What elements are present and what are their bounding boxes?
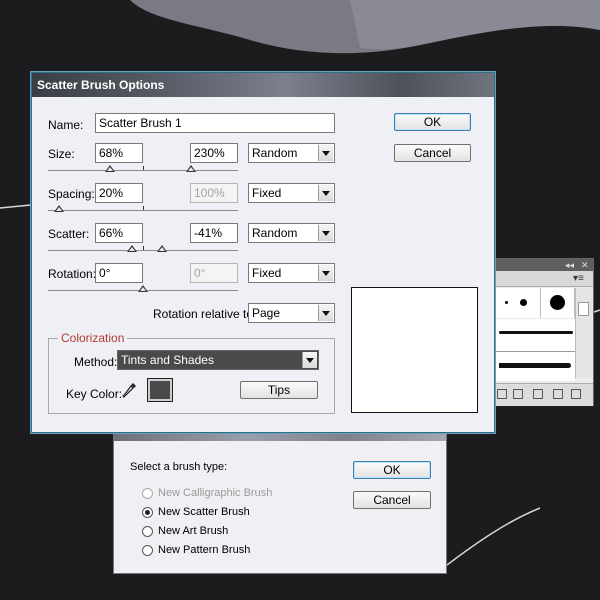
size-max-input[interactable]: 230%: [190, 143, 238, 163]
size-mode-value: Random: [252, 146, 298, 160]
brush-preview: [351, 287, 478, 413]
scatter-brush-options-dialog: Scatter Brush Options Name: Scatter Brus…: [31, 72, 495, 433]
panel-menu-icon[interactable]: ▾≡: [573, 273, 584, 284]
slider-tick: [143, 166, 144, 170]
chevron-down-icon[interactable]: [302, 352, 317, 368]
scatter-max-thumb[interactable]: [157, 245, 167, 252]
ok-button[interactable]: OK: [394, 113, 471, 131]
close-icon[interactable]: ✕: [581, 259, 589, 271]
scatter-slider[interactable]: [48, 250, 238, 251]
spacing-mode-select[interactable]: Fixed: [248, 183, 335, 203]
slider-tick: [143, 206, 144, 210]
radio-button[interactable]: [142, 506, 153, 518]
art-brush-list: [495, 319, 575, 381]
chevron-down-icon[interactable]: [318, 185, 333, 201]
size-slider[interactable]: [48, 170, 238, 171]
scatter-label: Scatter:: [48, 227, 90, 241]
scatter-min-thumb[interactable]: [127, 245, 137, 252]
rotation-mode-select[interactable]: Fixed: [248, 263, 335, 283]
panel-title-strip: ◂◂ ✕: [495, 259, 593, 271]
key-color-label: Key Color:: [66, 387, 123, 401]
radio-label: New Pattern Brush: [158, 544, 251, 556]
chevron-down-icon[interactable]: [318, 145, 333, 161]
cancel-button[interactable]: Cancel: [394, 144, 471, 162]
new-brush-dialog: New Brush Select a brush type: New Calli…: [113, 420, 447, 574]
spacing-slider[interactable]: [48, 210, 238, 211]
rotation-relative-label: Rotation relative to:: [153, 307, 257, 321]
name-label: Name:: [48, 118, 84, 132]
new-brush-icon[interactable]: [553, 389, 563, 399]
size-label: Size:: [48, 147, 75, 161]
scatter-mode-value: Random: [252, 226, 298, 240]
rotation-label: Rotation:: [48, 267, 97, 281]
colorization-group: Colorization Method: Tints and Shades Ke…: [48, 331, 335, 414]
new-brush-ok-button[interactable]: OK: [353, 461, 431, 479]
radio-new-art-brush[interactable]: New Art Brush: [142, 523, 228, 539]
radio-label: New Scatter Brush: [158, 506, 250, 518]
brushes-panel: ◂◂ ✕ ▾≡: [494, 258, 594, 406]
new-brush-cancel-button[interactable]: Cancel: [353, 491, 431, 509]
rotation-thumb[interactable]: [138, 285, 148, 292]
options-icon[interactable]: [533, 389, 543, 399]
delete-brush-icon[interactable]: [571, 389, 581, 399]
radio-new-calligraphic-brush[interactable]: New Calligraphic Brush: [142, 485, 272, 501]
brush-type-prompt: Select a brush type:: [130, 461, 228, 473]
size-mode-select[interactable]: Random: [248, 143, 335, 163]
rotation-relative-value: Page: [252, 306, 281, 320]
dialog-body: Name: Scatter Brush 1 OK Cancel Size: 68…: [32, 97, 494, 432]
rotation-mode-value: Fixed: [252, 266, 282, 280]
spacing-mode-value: Fixed: [252, 186, 282, 200]
chevron-down-icon[interactable]: [318, 305, 333, 321]
remove-stroke-icon[interactable]: [513, 389, 523, 399]
collapse-icon[interactable]: ◂◂: [565, 259, 574, 271]
size-min-thumb[interactable]: [105, 165, 115, 172]
chevron-down-icon[interactable]: [318, 225, 333, 241]
rotation-min-input[interactable]: 0°: [95, 263, 143, 283]
panel-bottom-bar: [495, 383, 593, 406]
name-input[interactable]: Scatter Brush 1: [95, 113, 335, 133]
chevron-down-icon[interactable]: [318, 265, 333, 281]
radio-button[interactable]: [142, 487, 153, 499]
spacing-label: Spacing:: [48, 187, 95, 201]
brush-swatch[interactable]: [511, 288, 541, 318]
size-max-thumb[interactable]: [186, 165, 196, 172]
scatter-max-input[interactable]: -41%: [190, 223, 238, 243]
brush-stroke[interactable]: [499, 331, 573, 334]
slider-tick: [143, 246, 144, 250]
spacing-max-input: 100%: [190, 183, 238, 203]
key-color-swatch[interactable]: [147, 378, 173, 402]
method-value: Tints and Shades: [121, 353, 214, 367]
spacing-thumb[interactable]: [54, 205, 64, 212]
rotation-relative-select[interactable]: Page: [248, 303, 335, 323]
dialog-title-bar: Scatter Brush Options: [32, 73, 494, 97]
radio-button[interactable]: [142, 544, 153, 556]
brush-swatch[interactable]: [541, 288, 575, 318]
radio-new-pattern-brush[interactable]: New Pattern Brush: [142, 542, 250, 558]
brush-libraries-icon[interactable]: [497, 389, 507, 399]
scroll-thumb[interactable]: [578, 302, 589, 316]
spacing-min-input[interactable]: 20%: [95, 183, 143, 203]
radio-new-scatter-brush[interactable]: New Scatter Brush: [142, 504, 250, 520]
panel-tab-bar: ▾≡: [495, 271, 593, 287]
brush-stroke[interactable]: [499, 363, 571, 368]
eyedropper-icon[interactable]: [122, 381, 138, 399]
panel-scrollbar[interactable]: [575, 288, 592, 378]
tips-button[interactable]: Tips: [240, 381, 318, 399]
method-label: Method:: [74, 355, 118, 369]
radio-button[interactable]: [142, 525, 153, 537]
size-min-input[interactable]: 68%: [95, 143, 143, 163]
rotation-max-input: 0°: [190, 263, 238, 283]
method-select[interactable]: Tints and Shades: [117, 350, 319, 370]
colorization-title: Colorization: [58, 331, 128, 345]
radio-label: New Calligraphic Brush: [158, 487, 273, 499]
scatter-mode-select[interactable]: Random: [248, 223, 335, 243]
scatter-min-input[interactable]: 66%: [95, 223, 143, 243]
radio-label: New Art Brush: [158, 525, 229, 537]
